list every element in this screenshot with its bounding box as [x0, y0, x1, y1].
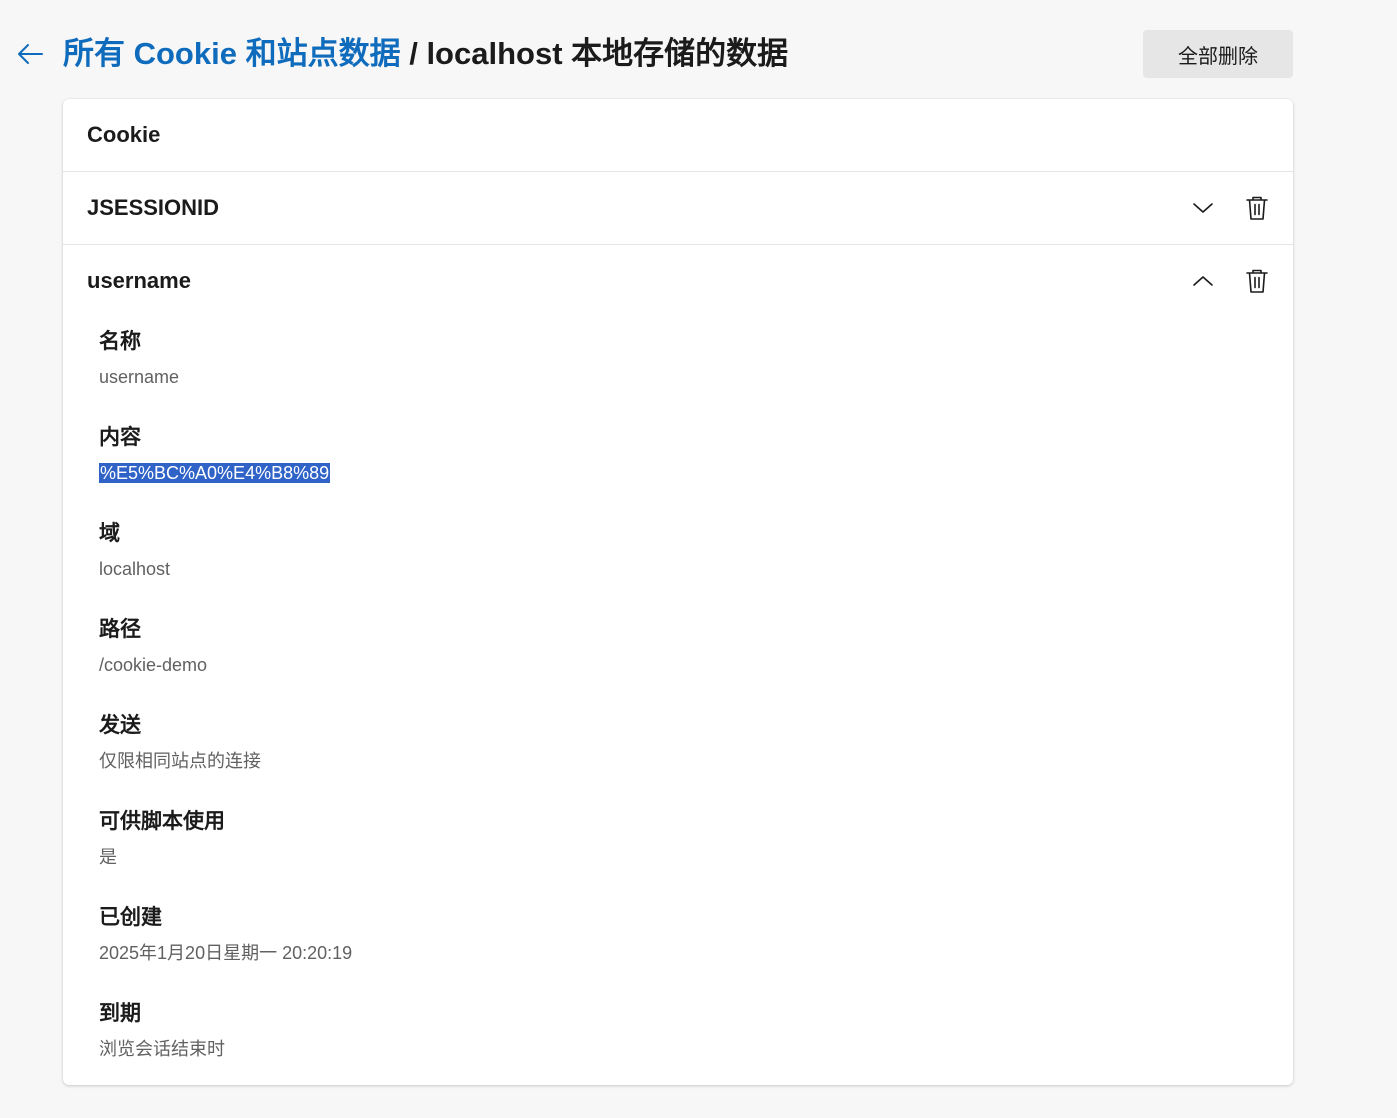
cookie-row-username[interactable]: username: [63, 245, 1293, 317]
detail-value[interactable]: 浏览会话结束时: [99, 1034, 1293, 1064]
detail-value[interactable]: /cookie-demo: [99, 650, 1293, 680]
detail-value[interactable]: localhost: [99, 554, 1293, 584]
detail-value-wrapper: %E5%BC%A0%E4%B8%89: [99, 458, 1293, 488]
cookie-name: JSESSIONID: [87, 195, 220, 220]
detail-created: 已创建 2025年1月20日星期一 20:20:19: [99, 901, 1293, 997]
detail-value[interactable]: 是: [99, 842, 1293, 872]
breadcrumb-separator: /: [400, 36, 427, 71]
delete-cookie-button[interactable]: [1243, 267, 1271, 295]
cookie-name: username: [87, 268, 191, 293]
page-header: 所有 Cookie 和站点数据 / localhost 本地存储的数据 全部删除: [0, 0, 1397, 100]
detail-script-access: 可供脚本使用 是: [99, 805, 1293, 901]
breadcrumb-link-all-cookies[interactable]: 所有 Cookie 和站点数据: [63, 36, 401, 71]
back-button[interactable]: [14, 36, 46, 72]
detail-domain: 域 localhost: [99, 517, 1293, 613]
section-title: Cookie: [63, 99, 1293, 172]
detail-label: 域: [99, 522, 120, 545]
delete-all-button[interactable]: 全部删除: [1143, 30, 1293, 78]
detail-label: 路径: [99, 618, 141, 641]
detail-path: 路径 /cookie-demo: [99, 613, 1293, 709]
breadcrumb: 所有 Cookie 和站点数据 / localhost 本地存储的数据: [63, 32, 788, 76]
collapse-button[interactable]: [1189, 267, 1217, 295]
page-title: localhost 本地存储的数据: [426, 36, 789, 71]
detail-value[interactable]: username: [99, 362, 1293, 392]
trash-icon: [1246, 196, 1268, 220]
detail-content: 内容 %E5%BC%A0%E4%B8%89: [99, 421, 1293, 517]
chevron-down-icon: [1193, 203, 1213, 213]
cookie-details: 名称 username 内容 %E5%BC%A0%E4%B8%89 域 loca…: [63, 317, 1293, 1085]
detail-name: 名称 username: [99, 325, 1293, 421]
detail-value[interactable]: 2025年1月20日星期一 20:20:19: [99, 938, 1293, 968]
detail-expires: 到期 浏览会话结束时: [99, 997, 1293, 1085]
cookie-row-jsessionid[interactable]: JSESSIONID: [63, 172, 1293, 245]
arrow-left-icon: [18, 44, 43, 64]
detail-label: 已创建: [99, 906, 162, 929]
detail-label: 名称: [99, 330, 141, 353]
detail-value[interactable]: 仅限相同站点的连接: [99, 746, 1293, 776]
expand-button[interactable]: [1189, 194, 1217, 222]
detail-value-selected[interactable]: %E5%BC%A0%E4%B8%89: [99, 463, 331, 483]
trash-icon: [1246, 269, 1268, 293]
detail-label: 内容: [99, 426, 141, 449]
delete-cookie-button[interactable]: [1243, 194, 1271, 222]
cookie-card: Cookie JSESSIONID username 名称 username 内…: [63, 99, 1293, 1085]
detail-send: 发送 仅限相同站点的连接: [99, 709, 1293, 805]
detail-label: 到期: [99, 1002, 141, 1025]
detail-label: 可供脚本使用: [99, 810, 225, 833]
chevron-up-icon: [1193, 276, 1213, 286]
detail-label: 发送: [99, 714, 141, 737]
